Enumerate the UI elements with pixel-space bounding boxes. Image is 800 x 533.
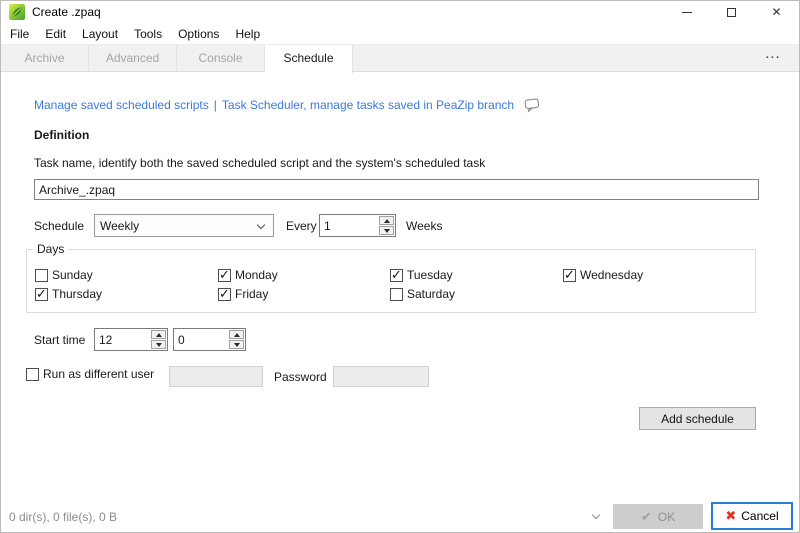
monday-checkbox-icon[interactable] (218, 269, 231, 282)
wednesday-checkbox-icon[interactable] (563, 269, 576, 282)
arrow-up-icon (156, 333, 162, 337)
start-minute-value[interactable]: 0 (174, 333, 228, 347)
ok-check-icon: ✔ (641, 509, 652, 525)
speech-bubble-icon[interactable] (523, 97, 540, 113)
maximize-button[interactable] (709, 1, 754, 23)
menu-edit[interactable]: Edit (37, 27, 74, 41)
close-icon: ✕ (771, 6, 781, 18)
menu-file[interactable]: File (2, 27, 37, 41)
chevron-down-icon (592, 511, 600, 519)
password-input (333, 366, 429, 387)
definition-heading: Definition (34, 128, 89, 142)
arrow-down-icon (384, 229, 390, 233)
checkbox-sunday[interactable]: Sunday (35, 268, 93, 282)
sunday-label: Sunday (52, 268, 93, 282)
run-as-user-input (169, 366, 263, 387)
start-hour-spinner[interactable]: 12 (94, 328, 168, 351)
task-name-hint: Task name, identify both the saved sched… (34, 156, 485, 170)
arrow-up-icon (234, 333, 240, 337)
task-scheduler-link[interactable]: Task Scheduler, manage tasks saved in Pe… (222, 98, 514, 112)
window-title: Create .zpaq (32, 5, 101, 19)
spin-down-button[interactable] (229, 340, 244, 349)
run-as-checkbox-icon[interactable] (26, 368, 39, 381)
spinner-buttons (228, 329, 245, 350)
tab-schedule[interactable]: Schedule (265, 45, 353, 73)
password-label: Password (274, 370, 327, 384)
menu-layout[interactable]: Layout (74, 27, 126, 41)
cancel-button[interactable]: ✖ Cancel (711, 502, 793, 530)
cancel-x-icon: ✖ (725, 508, 736, 524)
checkbox-friday[interactable]: Friday (218, 287, 268, 301)
start-time-label: Start time (34, 333, 85, 347)
monday-label: Monday (235, 268, 278, 282)
sunday-checkbox-icon[interactable] (35, 269, 48, 282)
spin-up-button[interactable] (379, 216, 394, 225)
tuesday-label: Tuesday (407, 268, 453, 282)
spinner-buttons (378, 215, 395, 236)
checkbox-tuesday[interactable]: Tuesday (390, 268, 453, 282)
every-spinner[interactable]: 1 (319, 214, 396, 237)
spin-down-button[interactable] (379, 226, 394, 235)
saturday-checkbox-icon[interactable] (390, 288, 403, 301)
every-label: Every (286, 219, 317, 233)
arrow-down-icon (156, 343, 162, 347)
days-legend: Days (33, 242, 68, 256)
arrow-up-icon (384, 219, 390, 223)
menu-help[interactable]: Help (227, 27, 268, 41)
tab-archive[interactable]: Archive (1, 45, 89, 72)
tab-console[interactable]: Console (177, 45, 265, 72)
schedule-label: Schedule (34, 219, 84, 233)
ok-button-label: OK (658, 510, 675, 524)
help-links-row: Manage saved scheduled scripts | Task Sc… (34, 98, 540, 112)
manage-scripts-link[interactable]: Manage saved scheduled scripts (34, 98, 209, 112)
checkbox-thursday[interactable]: Thursday (35, 287, 102, 301)
tab-advanced[interactable]: Advanced (89, 45, 177, 72)
every-value[interactable]: 1 (320, 219, 378, 233)
task-name-input[interactable] (34, 179, 759, 200)
spin-up-button[interactable] (151, 330, 166, 339)
menu-bar: File Edit Layout Tools Options Help (1, 23, 799, 44)
title-bar: Create .zpaq ✕ (1, 1, 799, 23)
spin-up-button[interactable] (229, 330, 244, 339)
menu-options[interactable]: Options (170, 27, 227, 41)
chevron-down-icon (257, 221, 265, 229)
peazip-leaf-icon (9, 4, 25, 20)
minimize-icon (682, 12, 692, 13)
friday-checkbox-icon[interactable] (218, 288, 231, 301)
run-as-user-checkbox[interactable]: Run as different user (26, 367, 154, 381)
thursday-label: Thursday (52, 287, 102, 301)
start-minute-spinner[interactable]: 0 (173, 328, 246, 351)
frequency-selected-value: Weekly (100, 219, 139, 233)
friday-label: Friday (235, 287, 268, 301)
tuesday-checkbox-icon[interactable] (390, 269, 403, 282)
tab-overflow-icon[interactable]: ... (766, 49, 781, 61)
create-zpaq-window: Create .zpaq ✕ File Edit Layout Tools Op… (0, 0, 800, 533)
arrow-down-icon (234, 343, 240, 347)
tab-strip: Archive Advanced Console Schedule ... (1, 44, 799, 72)
run-as-label: Run as different user (43, 367, 154, 381)
menu-tools[interactable]: Tools (126, 27, 170, 41)
checkbox-monday[interactable]: Monday (218, 268, 278, 282)
saturday-label: Saturday (407, 287, 455, 301)
frequency-dropdown[interactable]: Weekly (94, 214, 274, 237)
thursday-checkbox-icon[interactable] (35, 288, 48, 301)
maximize-icon (727, 8, 736, 17)
weeks-label: Weeks (406, 219, 442, 233)
link-separator: | (214, 98, 217, 112)
cancel-button-label: Cancel (741, 509, 778, 523)
days-groupbox: Days Sunday Monday Tuesday Wednesday Thu… (26, 249, 756, 313)
footer-chevron-down-icon[interactable] (593, 512, 599, 518)
window-controls: ✕ (664, 1, 799, 23)
spinner-buttons (150, 329, 167, 350)
status-bar-text: 0 dir(s), 0 file(s), 0 B (9, 510, 117, 524)
close-button[interactable]: ✕ (754, 1, 799, 23)
wednesday-label: Wednesday (580, 268, 643, 282)
minimize-button[interactable] (664, 1, 709, 23)
add-schedule-button[interactable]: Add schedule (639, 407, 756, 430)
spin-down-button[interactable] (151, 340, 166, 349)
checkbox-wednesday[interactable]: Wednesday (563, 268, 643, 282)
ok-button[interactable]: ✔ OK (613, 504, 703, 529)
start-hour-value[interactable]: 12 (95, 333, 150, 347)
checkbox-saturday[interactable]: Saturday (390, 287, 455, 301)
